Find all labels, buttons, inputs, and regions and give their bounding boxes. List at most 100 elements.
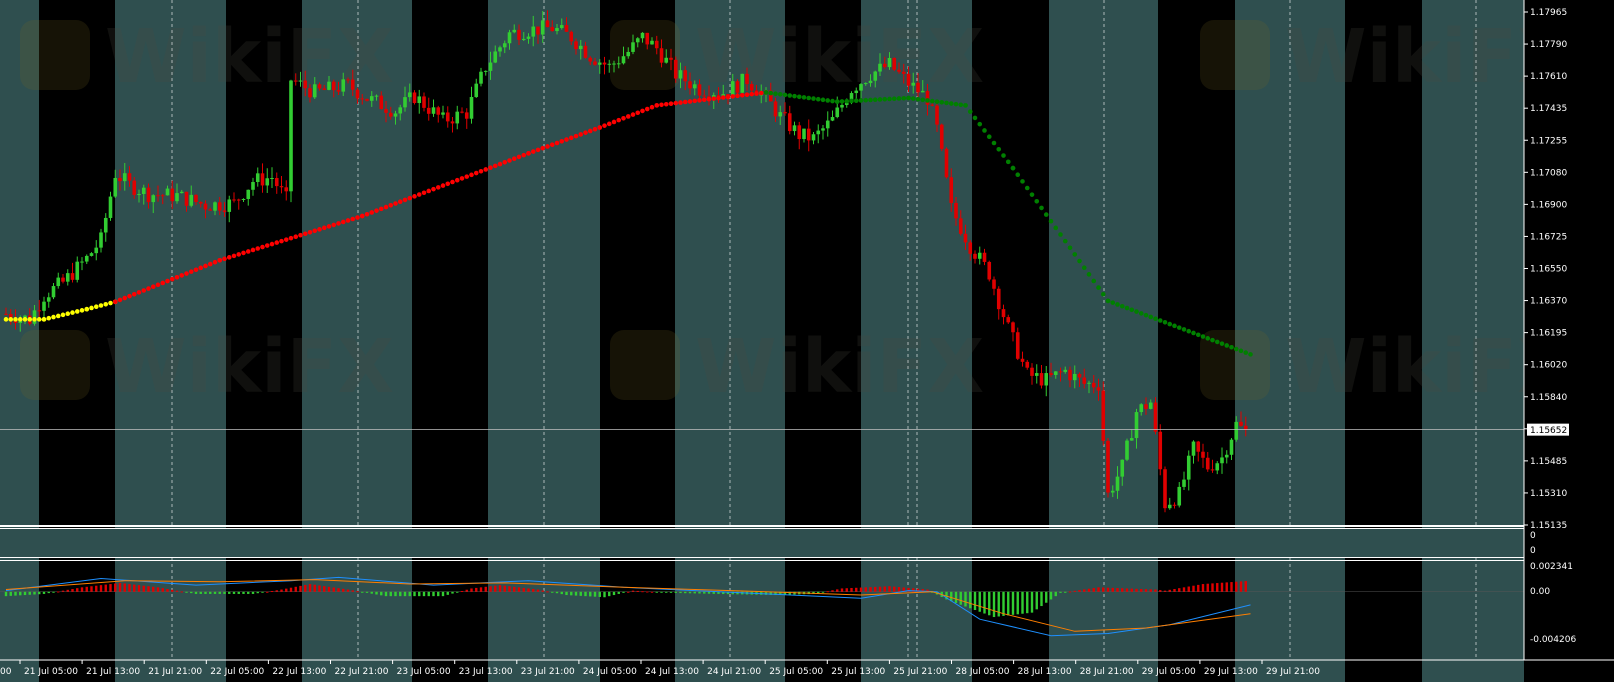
- histogram-bar: [1211, 583, 1214, 592]
- candle-body: [393, 113, 398, 117]
- histogram-bar: [684, 591, 687, 594]
- trail-dot: [925, 98, 930, 103]
- trail-dot: [155, 282, 161, 288]
- candle-body: [431, 107, 436, 114]
- histogram-bar: [869, 587, 872, 592]
- histogram-bar: [361, 591, 364, 593]
- candle-body: [578, 45, 583, 50]
- trail-dot: [459, 176, 465, 181]
- xtick-label: 25 Jul 13:00: [831, 667, 885, 677]
- trail-dot: [1086, 272, 1092, 277]
- histogram-bar: [1116, 588, 1119, 592]
- histogram-bar: [261, 591, 264, 593]
- histogram-bar: [1178, 588, 1181, 592]
- histogram-bar: [375, 591, 378, 595]
- trail-dot: [1110, 300, 1116, 305]
- ytick-label: 1.17255: [1530, 136, 1567, 146]
- candle-body: [1087, 382, 1091, 384]
- trail-dot: [963, 103, 968, 108]
- trail-dot: [416, 192, 422, 197]
- trail-dot: [773, 91, 778, 96]
- xtick-label: 21 Jul 13:00: [86, 667, 140, 677]
- histogram-bar: [1097, 587, 1100, 592]
- histogram-bar: [1106, 587, 1110, 592]
- histogram-bar: [456, 591, 459, 593]
- trail-dot: [1167, 321, 1173, 327]
- candle-body: [113, 177, 118, 197]
- histogram-bar: [152, 586, 155, 592]
- histogram-bar: [1220, 582, 1224, 592]
- histogram-bar: [304, 584, 307, 592]
- price-chart[interactable]: WikiFX WikiFX WikiFXWikiFX WikiFX WikiFX 1.1…: [0, 0, 1614, 682]
- candle-body: [198, 202, 203, 204]
- candle-body: [1011, 322, 1015, 333]
- candle-body: [1186, 455, 1191, 480]
- trail-dot: [825, 98, 831, 103]
- trail-dot: [1015, 172, 1021, 178]
- candle-body: [369, 96, 374, 101]
- histogram-bar: [446, 591, 449, 595]
- candle-body: [616, 63, 621, 65]
- histogram-bar: [427, 591, 430, 597]
- histogram-bar: [831, 590, 834, 592]
- candle-body: [479, 71, 483, 84]
- histogram-bar: [1201, 584, 1205, 592]
- candle-body: [1096, 387, 1101, 391]
- trail-dot: [958, 102, 964, 108]
- candle-body: [607, 63, 612, 65]
- candle-body: [37, 310, 42, 312]
- trail-dot: [559, 138, 565, 144]
- candle-body: [1020, 358, 1025, 362]
- trail-dot: [811, 96, 816, 101]
- trail-dot: [1248, 352, 1253, 357]
- trail-dot: [359, 213, 365, 219]
- candle-body: [968, 242, 973, 254]
- trail-dot: [1181, 327, 1187, 332]
- candle-body: [1229, 439, 1234, 455]
- candle-body: [825, 120, 830, 129]
- candle-body: [835, 107, 840, 118]
- histogram-bar: [318, 585, 321, 592]
- trail-dot: [763, 90, 769, 95]
- histogram-bar: [342, 588, 345, 592]
- histogram-bar: [954, 591, 958, 603]
- trail-dot: [298, 232, 303, 238]
- xtick-label: 29 Jul 21:00: [1266, 667, 1320, 677]
- trail-dot: [364, 211, 370, 217]
- histogram-bar: [380, 591, 383, 596]
- histogram-bar: [608, 591, 611, 597]
- candle-body: [289, 80, 293, 192]
- trail-dot: [13, 317, 18, 322]
- histogram-bar: [128, 584, 131, 592]
- candle-body: [745, 73, 749, 85]
- trail-dot: [141, 288, 147, 293]
- candle-body: [920, 90, 925, 93]
- candle-body: [1044, 373, 1049, 386]
- session-band: [1049, 0, 1158, 682]
- trail-dot: [872, 97, 878, 103]
- candle-body: [365, 98, 369, 101]
- trail-dot: [592, 126, 598, 132]
- histogram-bar: [1002, 591, 1005, 616]
- histogram-bar: [76, 588, 79, 592]
- candle-body: [51, 286, 56, 298]
- histogram-bar: [194, 591, 198, 594]
- candle-body: [702, 95, 707, 97]
- trail-dot: [1129, 307, 1135, 313]
- trail-dot: [891, 96, 897, 102]
- histogram-bar: [959, 591, 962, 605]
- candle-body: [213, 202, 217, 211]
- axis-background: [1524, 0, 1614, 682]
- candle-body: [322, 88, 327, 90]
- trail-dot: [165, 278, 170, 284]
- candle-body: [132, 180, 137, 195]
- trail-dot: [1233, 346, 1239, 352]
- candle-body: [935, 105, 939, 125]
- trail-dot: [545, 144, 550, 149]
- trail-dot: [621, 115, 626, 121]
- trail-dot: [98, 303, 104, 308]
- candle-body: [1039, 373, 1044, 386]
- histogram-bar: [1187, 586, 1190, 592]
- trail-dot: [1053, 225, 1059, 231]
- trail-dot: [554, 140, 560, 146]
